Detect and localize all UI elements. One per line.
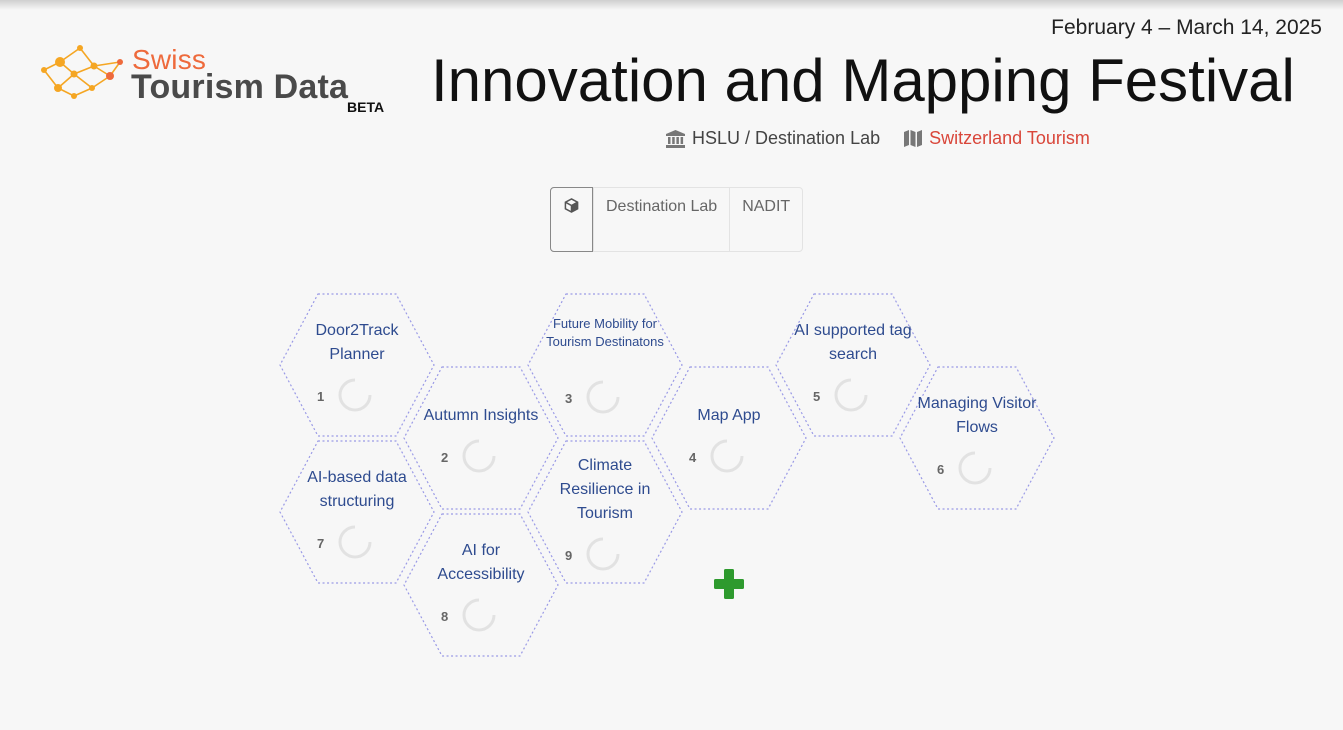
progress-ring-icon xyxy=(338,525,372,559)
top-shadow xyxy=(0,0,1343,10)
progress-ring-icon xyxy=(462,439,496,473)
project-number: 9 xyxy=(565,548,573,563)
project-number: 2 xyxy=(441,450,449,465)
network-logo-icon xyxy=(41,45,123,99)
project-number: 6 xyxy=(937,462,945,477)
progress-ring-icon xyxy=(710,439,744,473)
page-title: Innovation and Mapping Festival xyxy=(431,47,1295,114)
plus-icon xyxy=(714,569,744,599)
project-title: AI supported tag search xyxy=(794,322,912,363)
progress-ring-icon xyxy=(586,380,620,414)
progress-ring-icon xyxy=(958,451,992,485)
project-number: 8 xyxy=(441,609,449,624)
logo-text-tourism-data: Tourism Data xyxy=(131,68,349,106)
progress-ring-icon xyxy=(586,537,620,571)
project-number: 5 xyxy=(813,389,821,404)
project-title: Autumn Insights xyxy=(423,407,539,424)
project-title: Climate Resilience in Tourism xyxy=(559,457,651,522)
category-tabs: Destination Lab NADIT xyxy=(550,187,804,252)
cube-icon xyxy=(564,198,579,213)
project-number: 3 xyxy=(565,391,573,406)
beta-badge: BETA xyxy=(347,99,385,115)
project-title: Door2Track Planner xyxy=(315,322,399,363)
project-title: Map App xyxy=(697,407,761,424)
partner-link[interactable]: Switzerland Tourism xyxy=(904,128,1090,149)
project-card-9[interactable]: Climate Resilience in Tourism 9 xyxy=(527,440,683,584)
event-dates: February 4 – March 14, 2025 xyxy=(1051,16,1322,39)
partner-label: Switzerland Tourism xyxy=(929,128,1090,148)
project-title: Managing Visitor Flows xyxy=(917,395,1037,436)
tab-all[interactable] xyxy=(550,187,593,252)
institution-icon xyxy=(666,129,685,148)
project-number: 1 xyxy=(317,389,325,404)
progress-ring-icon xyxy=(462,598,496,632)
project-number: 4 xyxy=(689,450,697,465)
tab-nadit[interactable]: NADIT xyxy=(729,188,802,251)
organizer-label: HSLU / Destination Lab xyxy=(692,128,881,148)
map-icon xyxy=(904,130,923,147)
add-project-button[interactable] xyxy=(713,568,745,600)
progress-ring-icon xyxy=(834,378,868,412)
tab-destination-lab[interactable]: Destination Lab xyxy=(593,188,729,251)
project-title: AI-based data structuring xyxy=(307,469,407,510)
project-title: Future Mobility for Tourism Destinatons xyxy=(546,316,664,349)
progress-ring-icon xyxy=(338,378,372,412)
event-hosts: HSLU / Destination Lab Switzerland Touri… xyxy=(666,128,1090,149)
site-logo[interactable]: Swiss Tourism Data BETA xyxy=(34,44,394,120)
organizer-link[interactable]: HSLU / Destination Lab xyxy=(666,128,880,149)
project-card-6[interactable]: Managing Visitor Flows 6 xyxy=(899,366,1055,510)
project-title: AI for Accessibility xyxy=(437,542,525,583)
project-number: 7 xyxy=(317,536,325,551)
